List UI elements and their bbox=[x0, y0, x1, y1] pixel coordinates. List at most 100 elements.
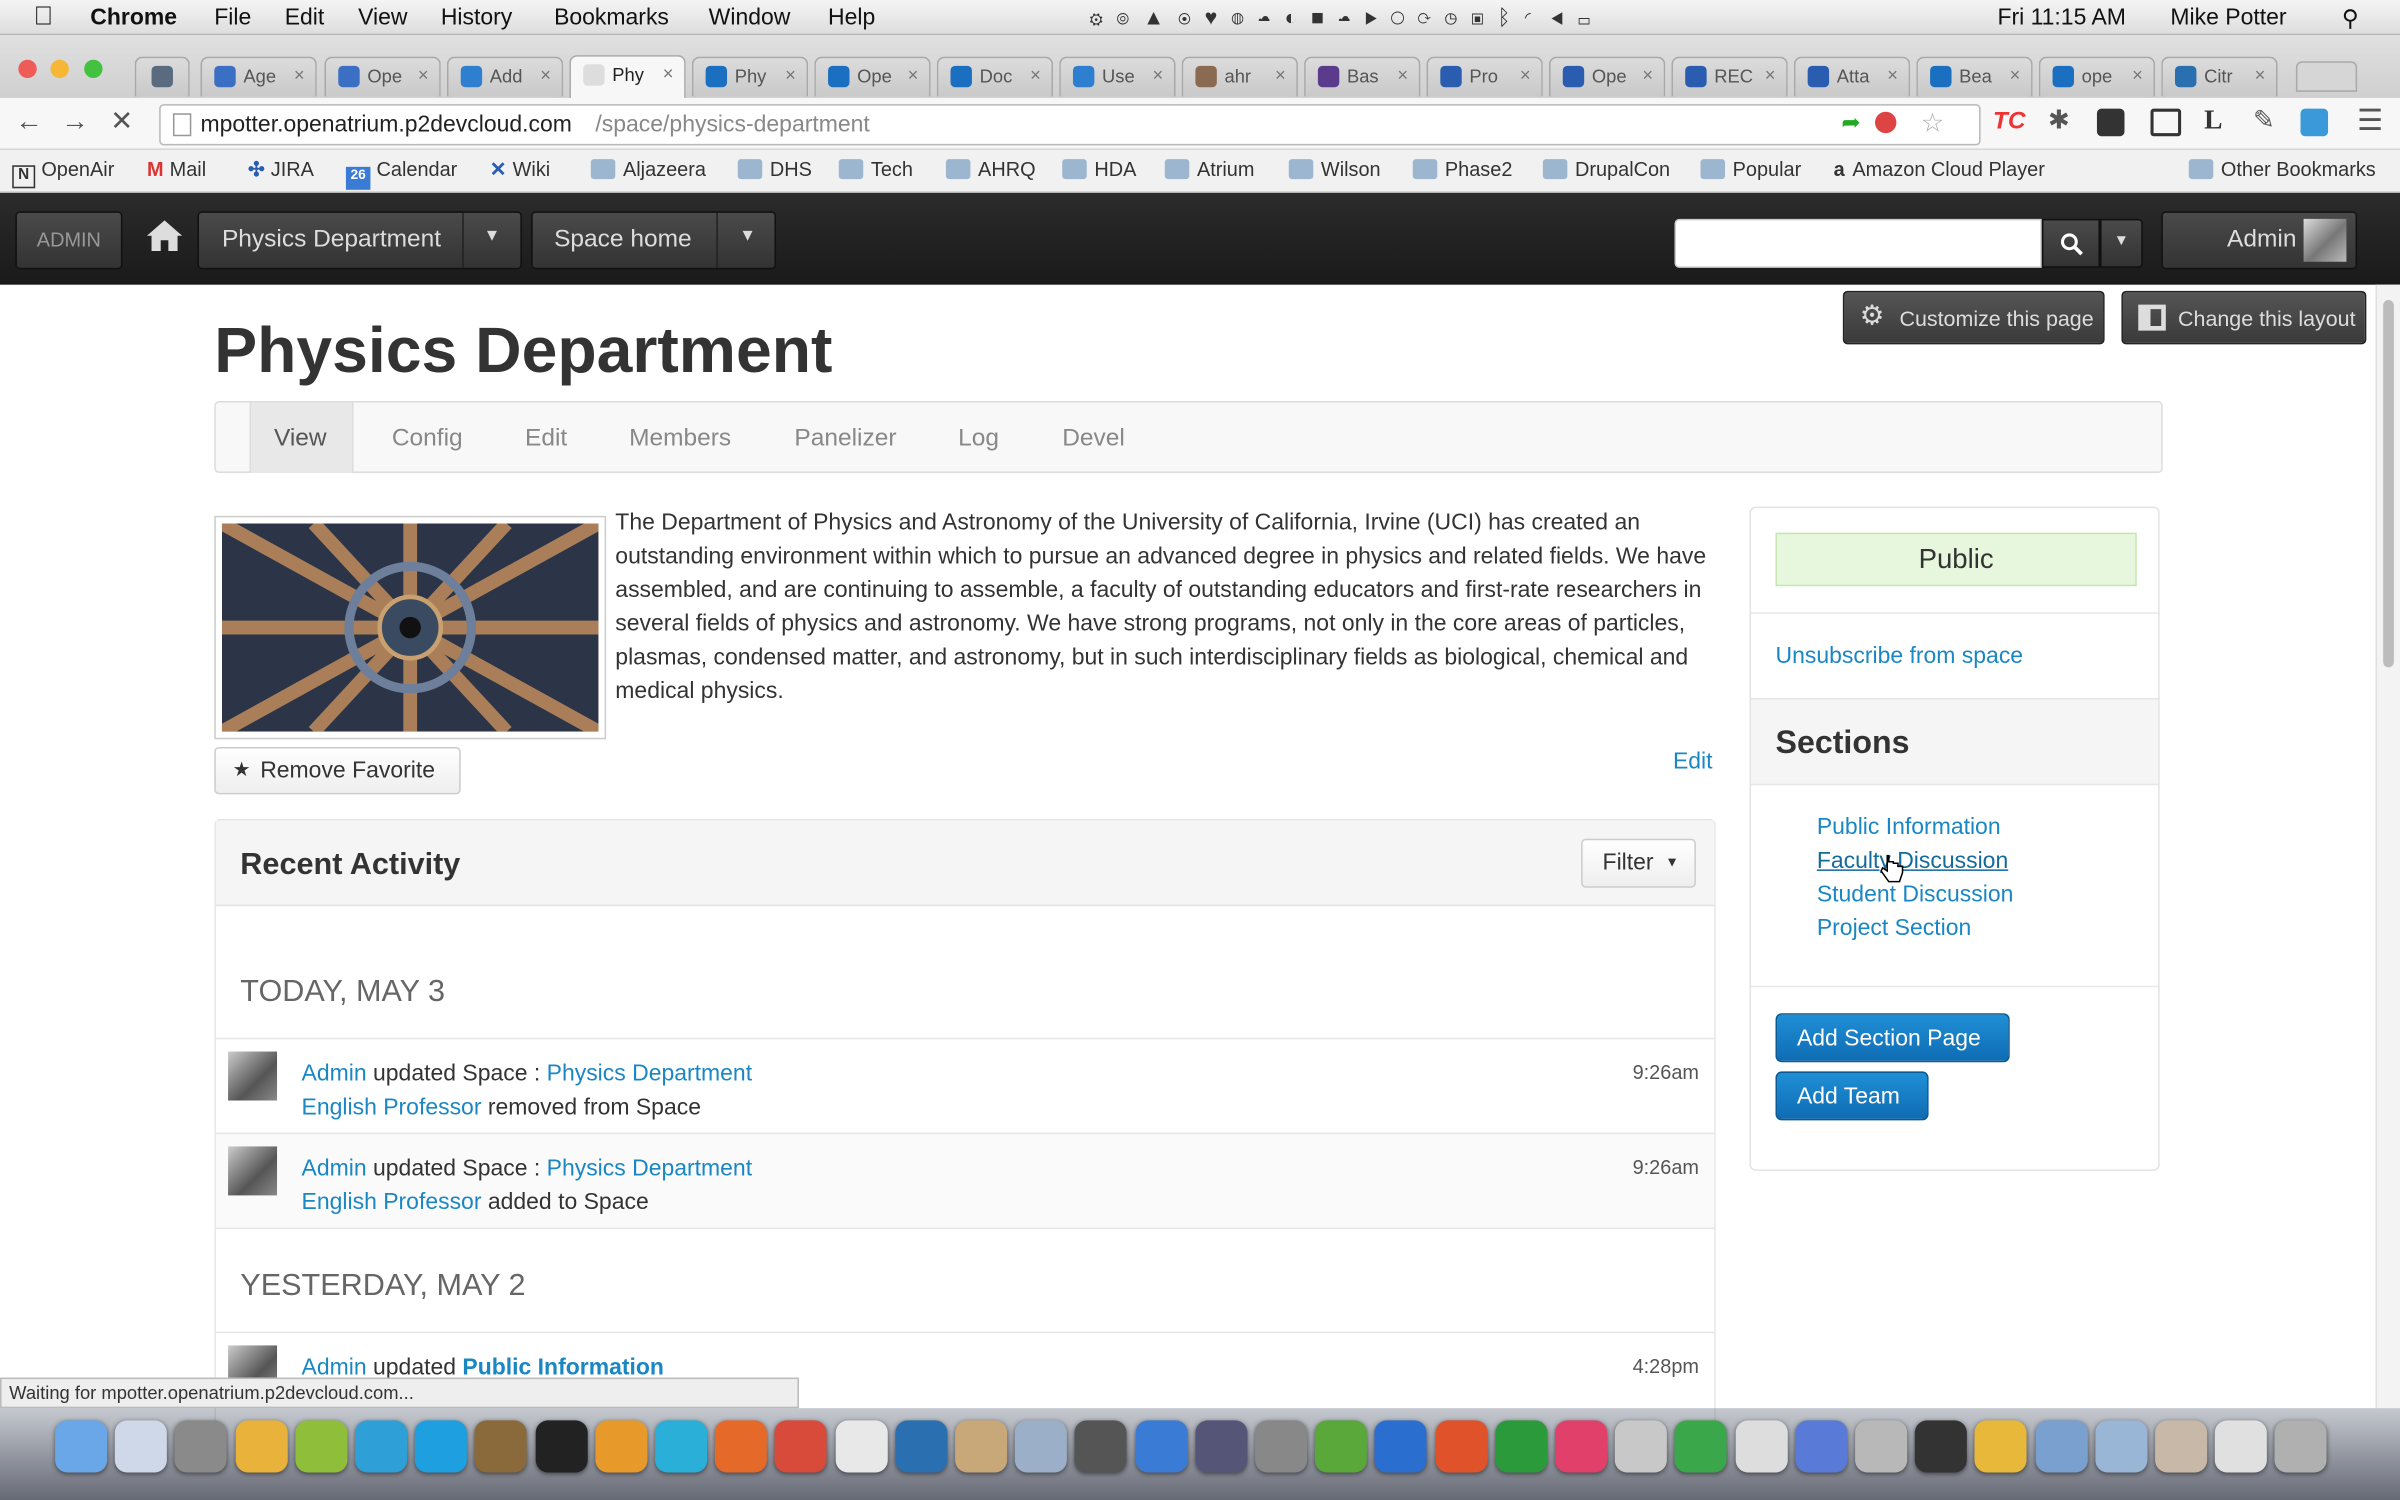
tab-view[interactable]: View bbox=[274, 426, 327, 454]
tab-panelizer[interactable]: Panelizer bbox=[794, 426, 896, 454]
section-link-project-section[interactable]: Project Section bbox=[1817, 915, 1971, 941]
bookmark-jira[interactable]: ✣ JIRA bbox=[248, 158, 314, 182]
close-tab-icon[interactable]: × bbox=[1275, 64, 1286, 85]
bookmark-atrium[interactable]: Atrium bbox=[1164, 158, 1254, 181]
flower-icon[interactable] bbox=[1975, 1420, 2028, 1473]
edit-description-link[interactable]: Edit bbox=[1673, 748, 1713, 774]
close-tab-icon[interactable]: × bbox=[294, 64, 305, 85]
sketch-icon[interactable] bbox=[595, 1420, 648, 1473]
close-tab-icon[interactable]: × bbox=[1887, 64, 1898, 85]
screenshot-extension-icon[interactable] bbox=[2150, 108, 2182, 137]
close-tab-icon[interactable]: × bbox=[1397, 64, 1408, 85]
caret-down-icon[interactable]: ▼ bbox=[739, 227, 756, 245]
close-tab-icon[interactable]: × bbox=[663, 63, 674, 84]
scrollbar-thumb[interactable] bbox=[2383, 299, 2394, 668]
user-menu-button[interactable]: Admin bbox=[2161, 211, 2358, 270]
close-tab-icon[interactable]: × bbox=[2010, 64, 2021, 85]
bookmark-amazon[interactable]: a Amazon Cloud Player bbox=[1834, 158, 2045, 181]
browser-tab[interactable]: Ope × bbox=[1548, 56, 1666, 97]
app-icon[interactable] bbox=[775, 1420, 828, 1473]
browser-tab[interactable]: Ope × bbox=[324, 56, 441, 97]
calculator-icon[interactable] bbox=[175, 1420, 228, 1473]
close-tab-icon[interactable]: × bbox=[1765, 64, 1776, 85]
photos-icon[interactable] bbox=[1015, 1420, 1068, 1473]
caret-down-icon[interactable]: ▼ bbox=[484, 227, 501, 245]
bookmark-hda[interactable]: HDA bbox=[1062, 158, 1136, 181]
system-prefs-icon[interactable] bbox=[1255, 1420, 1308, 1473]
chrome-icon[interactable] bbox=[235, 1420, 288, 1473]
bookmark-dhs[interactable]: DHS bbox=[737, 158, 812, 181]
bookmark-openair[interactable]: N OpenAir bbox=[12, 158, 114, 189]
minimize-window-button[interactable] bbox=[50, 59, 69, 79]
skype-icon[interactable] bbox=[415, 1420, 468, 1473]
menu-history[interactable]: History bbox=[441, 5, 512, 31]
menu-help[interactable]: Help bbox=[828, 5, 875, 31]
space-home-button[interactable]: Space home ▼ bbox=[531, 211, 777, 270]
customize-page-button[interactable]: ⚙ Customize this page bbox=[1842, 290, 2105, 345]
section-link-student-discussion[interactable]: Student Discussion bbox=[1817, 882, 2014, 908]
bookmark-mail[interactable]: M Mail bbox=[147, 158, 206, 181]
openatrium-icon[interactable] bbox=[895, 1420, 948, 1473]
menu-view[interactable]: View bbox=[358, 5, 407, 31]
share-icon[interactable]: ➦ bbox=[1841, 109, 1860, 136]
filter-button[interactable]: Filter ▼ bbox=[1581, 838, 1696, 888]
close-tab-icon[interactable]: × bbox=[540, 64, 551, 85]
browser-tab[interactable]: Bas × bbox=[1304, 56, 1421, 97]
search-options-button[interactable]: ▼ bbox=[2099, 218, 2143, 268]
network-drive-icon[interactable] bbox=[1795, 1420, 1848, 1473]
bookmark-tech[interactable]: Tech bbox=[838, 158, 913, 181]
address-bar[interactable]: mpotter.openatrium.p2devcloud.com /space… bbox=[159, 104, 1981, 146]
bug-extension-icon[interactable]: ✱ bbox=[2048, 106, 2070, 137]
powerpoint-icon[interactable] bbox=[1435, 1420, 1488, 1473]
keynote-icon[interactable] bbox=[1615, 1420, 1668, 1473]
app-menu[interactable]: Chrome bbox=[90, 5, 177, 31]
folder-icon[interactable] bbox=[2035, 1420, 2088, 1473]
stop-icon[interactable]: ✕ bbox=[110, 106, 133, 138]
page-scrollbar[interactable] bbox=[2375, 284, 2400, 1409]
forward-icon[interactable]: → bbox=[61, 106, 89, 138]
back-icon[interactable]: ← bbox=[15, 106, 43, 138]
search-button[interactable] bbox=[2041, 218, 2100, 268]
browser-tab[interactable]: Atta × bbox=[1793, 56, 1911, 97]
user-name[interactable]: Mike Potter bbox=[2170, 5, 2286, 31]
bookmark-phase2[interactable]: Phase2 bbox=[1412, 158, 1512, 181]
googleplus-icon[interactable] bbox=[1075, 1420, 1128, 1473]
network-icon[interactable] bbox=[655, 1420, 708, 1473]
close-window-button[interactable] bbox=[18, 59, 37, 79]
browser-tab[interactable]: Phy × bbox=[569, 55, 686, 98]
spotlight-icon[interactable]: ⚲ bbox=[2342, 5, 2359, 33]
bookmark-ahrq[interactable]: AHRQ bbox=[945, 158, 1036, 181]
change-layout-button[interactable]: Change this layout bbox=[2121, 290, 2367, 345]
close-tab-icon[interactable]: × bbox=[1520, 64, 1531, 85]
close-tab-icon[interactable]: × bbox=[1642, 64, 1653, 85]
chat-icon[interactable] bbox=[1735, 1420, 1788, 1473]
add-section-page-button[interactable]: Add Section Page bbox=[1775, 1013, 2010, 1063]
mail-icon[interactable] bbox=[115, 1420, 168, 1473]
actor-link[interactable]: Admin bbox=[302, 1156, 367, 1182]
folder-icon[interactable] bbox=[2095, 1420, 2148, 1473]
status-icons[interactable]: ⚙◎▲◉♥◍☁◐■☁▶◯⟳◷▣ᛒ◜◀▭ bbox=[1090, 5, 1604, 29]
trash-icon[interactable] bbox=[2275, 1420, 2328, 1473]
browser-tab[interactable]: Use × bbox=[1059, 56, 1176, 97]
browser-tab[interactable]: Ope × bbox=[814, 56, 931, 97]
bookmark-calendar[interactable]: 26 Calendar bbox=[345, 158, 457, 190]
browser-tab[interactable]: ope × bbox=[2038, 56, 2156, 97]
admin-menu-button[interactable]: ADMIN bbox=[15, 211, 123, 270]
tab-devel[interactable]: Devel bbox=[1062, 426, 1125, 454]
browser-tab[interactable]: ahr × bbox=[1181, 56, 1298, 97]
browser-tab[interactable]: REC × bbox=[1671, 56, 1788, 97]
bookmark-wiki[interactable]: ✕ Wiki bbox=[490, 158, 550, 182]
yammer-icon[interactable] bbox=[355, 1420, 408, 1473]
close-tab-icon[interactable]: × bbox=[908, 64, 919, 85]
bookmark-wilson[interactable]: Wilson bbox=[1288, 158, 1381, 181]
menu-icon[interactable]: ☰ bbox=[2357, 104, 2383, 139]
member-link[interactable]: English Professor bbox=[302, 1094, 482, 1120]
close-tab-icon[interactable]: × bbox=[2132, 64, 2143, 85]
puzzle-extension-icon[interactable] bbox=[2096, 108, 2125, 137]
health-icon[interactable] bbox=[1555, 1420, 1608, 1473]
tab-config[interactable]: Config bbox=[392, 426, 463, 454]
menu-edit[interactable]: Edit bbox=[285, 5, 325, 31]
close-tab-icon[interactable]: × bbox=[2255, 64, 2266, 85]
tab-edit[interactable]: Edit bbox=[525, 426, 567, 454]
amazon-icon[interactable] bbox=[1135, 1420, 1188, 1473]
